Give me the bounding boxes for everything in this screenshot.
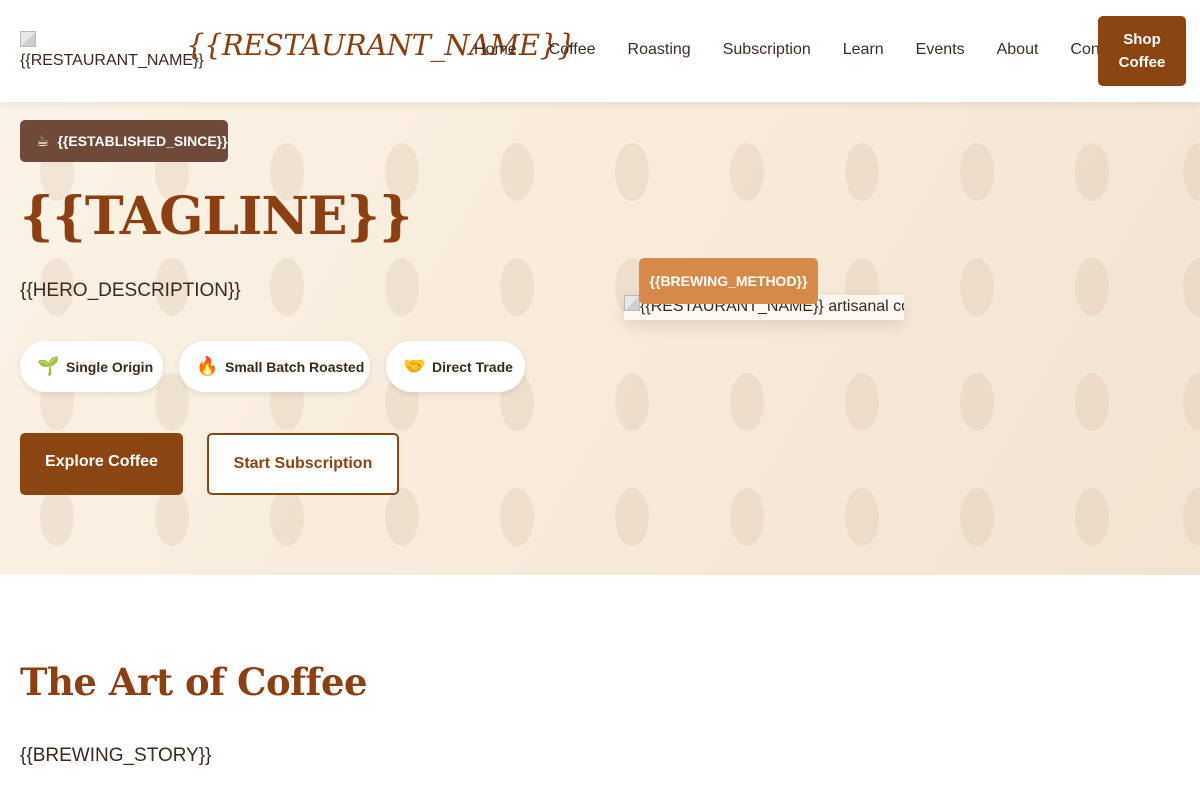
handshake-icon: 🤝 (403, 356, 426, 376)
feature-small-batch: 🔥 Small Batch Roasted (179, 341, 370, 392)
nav-coffee[interactable]: Coffee (549, 38, 596, 62)
feature-label: Single Origin (66, 358, 154, 375)
story-text: {{BREWING_STORY}} (20, 745, 212, 766)
explore-coffee-button[interactable]: Explore Coffee (20, 433, 183, 495)
nav-home[interactable]: Home (474, 38, 517, 62)
feature-single-origin: 🌱 Single Origin (20, 341, 163, 392)
nav-events[interactable]: Events (916, 38, 965, 62)
logo-alt-text: {{RESTAURANT_NAME}} (20, 52, 204, 69)
fire-icon: 🔥 (196, 356, 219, 376)
nav-learn[interactable]: Learn (843, 38, 884, 62)
brewing-method-badge: {{BREWING_METHOD}} (639, 258, 818, 304)
seedling-icon: 🌱 (37, 356, 60, 376)
hero-description: {{HERO_DESCRIPTION}} (20, 280, 241, 301)
established-text: {{ESTABLISHED_SINCE}} (57, 133, 228, 149)
shop-coffee-button[interactable]: Shop Coffee (1098, 16, 1186, 86)
logo-image[interactable]: {{RESTAURANT_NAME}} (20, 31, 204, 71)
story-title: The Art of Coffee (20, 660, 368, 704)
feature-label: Small Batch Roasted (225, 358, 365, 375)
coffee-bean-pattern (40, 143, 1200, 546)
broken-image-icon (20, 31, 36, 47)
established-badge: ☕ {{ESTABLISHED_SINCE}} (20, 120, 228, 162)
shop-button-line-2: Coffee (1118, 54, 1166, 71)
nav-subscription[interactable]: Subscription (723, 38, 811, 62)
hero-section: ☕ {{ESTABLISHED_SINCE}} {{TAGLINE}} {{HER… (0, 102, 1200, 575)
broken-image-icon (624, 295, 640, 311)
main-nav: Home Coffee Roasting Subscription Learn … (474, 38, 1126, 62)
shop-button-line-1: Shop (1123, 31, 1161, 48)
site-header: {{RESTAURANT_NAME}} {{RESTAURANT_NAME}} … (0, 0, 1200, 102)
coffee-cup-icon: ☕ (36, 133, 50, 150)
nav-about[interactable]: About (997, 38, 1039, 62)
hero-tagline: {{TAGLINE}} (20, 186, 412, 247)
feature-direct-trade: 🤝 Direct Trade (386, 341, 525, 392)
nav-roasting[interactable]: Roasting (628, 38, 691, 62)
start-subscription-button[interactable]: Start Subscription (207, 433, 399, 495)
feature-label: Direct Trade (432, 358, 513, 375)
